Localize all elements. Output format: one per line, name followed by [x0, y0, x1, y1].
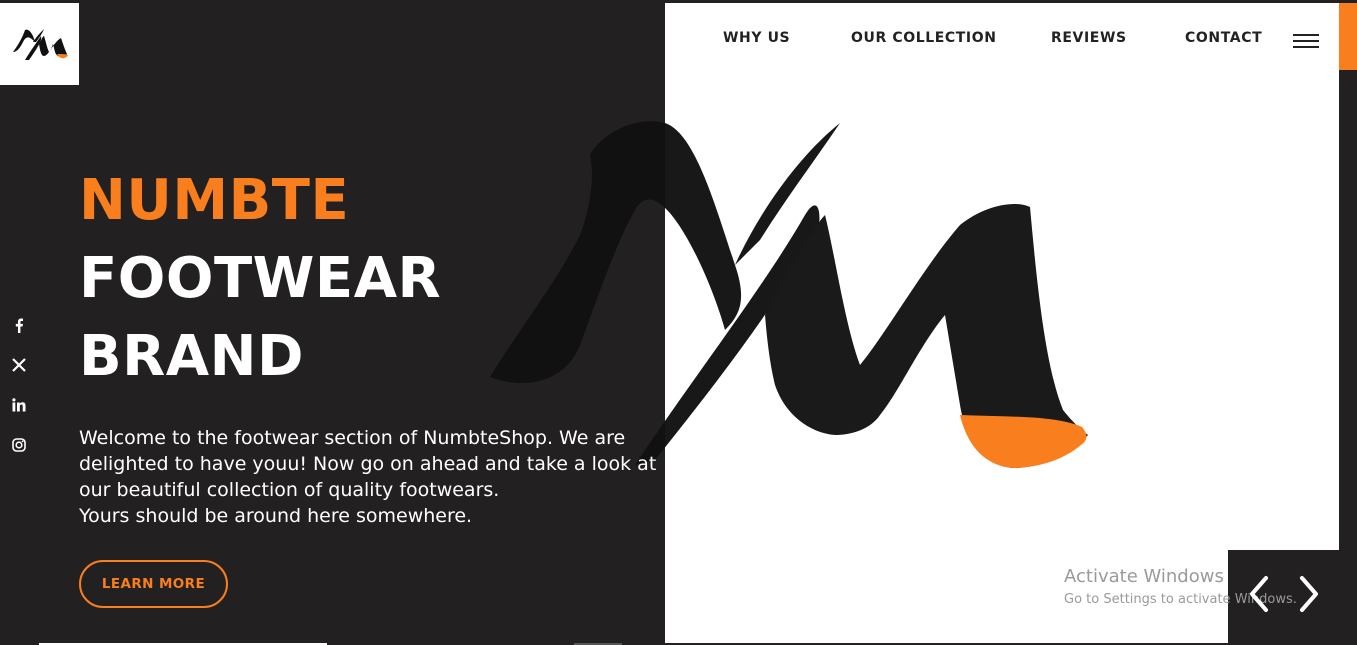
chevron-right-icon[interactable]	[1294, 574, 1322, 614]
x-twitter-icon[interactable]	[10, 356, 28, 374]
hero-description-line: our beautiful collection of quality foot…	[79, 479, 500, 501]
page: WHY US OUR COLLECTION REVIEWS CONTACT NU…	[0, 0, 1357, 645]
right-edge-strip	[1339, 0, 1357, 645]
hero-description: Welcome to the footwear section of Numbt…	[79, 425, 657, 529]
facebook-icon[interactable]	[10, 316, 28, 334]
logo-orange-accent	[960, 415, 1087, 468]
nav-contact[interactable]: CONTACT	[1185, 30, 1262, 54]
hamburger-menu-icon[interactable]	[1293, 34, 1319, 50]
accent-tab	[1339, 3, 1357, 70]
hero-description-line: Yours should be around here somewhere.	[79, 505, 473, 527]
nm-logo-icon	[12, 29, 68, 60]
nav-why-us[interactable]: WHY US	[723, 30, 790, 54]
site-logo[interactable]	[0, 3, 79, 85]
hero-description-line: delighted to have youu! Now go on ahead …	[79, 453, 657, 475]
hero-title-line2: FOOTWEAR	[79, 246, 442, 311]
linkedin-icon[interactable]	[10, 396, 28, 414]
hero-description-line: Welcome to the footwear section of Numbt…	[79, 427, 626, 449]
hero-title-line1: NUMBTE	[79, 168, 350, 233]
learn-more-button[interactable]: LEARN MORE	[79, 560, 228, 608]
nav-our-collection[interactable]: OUR COLLECTION	[851, 30, 997, 54]
hero-logo-artwork	[490, 121, 1088, 468]
instagram-icon[interactable]	[10, 436, 28, 454]
chevron-left-icon[interactable]	[1246, 574, 1274, 614]
hero-title-line3: BRAND	[79, 324, 304, 389]
logo-n-stroke	[490, 121, 742, 384]
nav-reviews[interactable]: REVIEWS	[1051, 30, 1127, 54]
